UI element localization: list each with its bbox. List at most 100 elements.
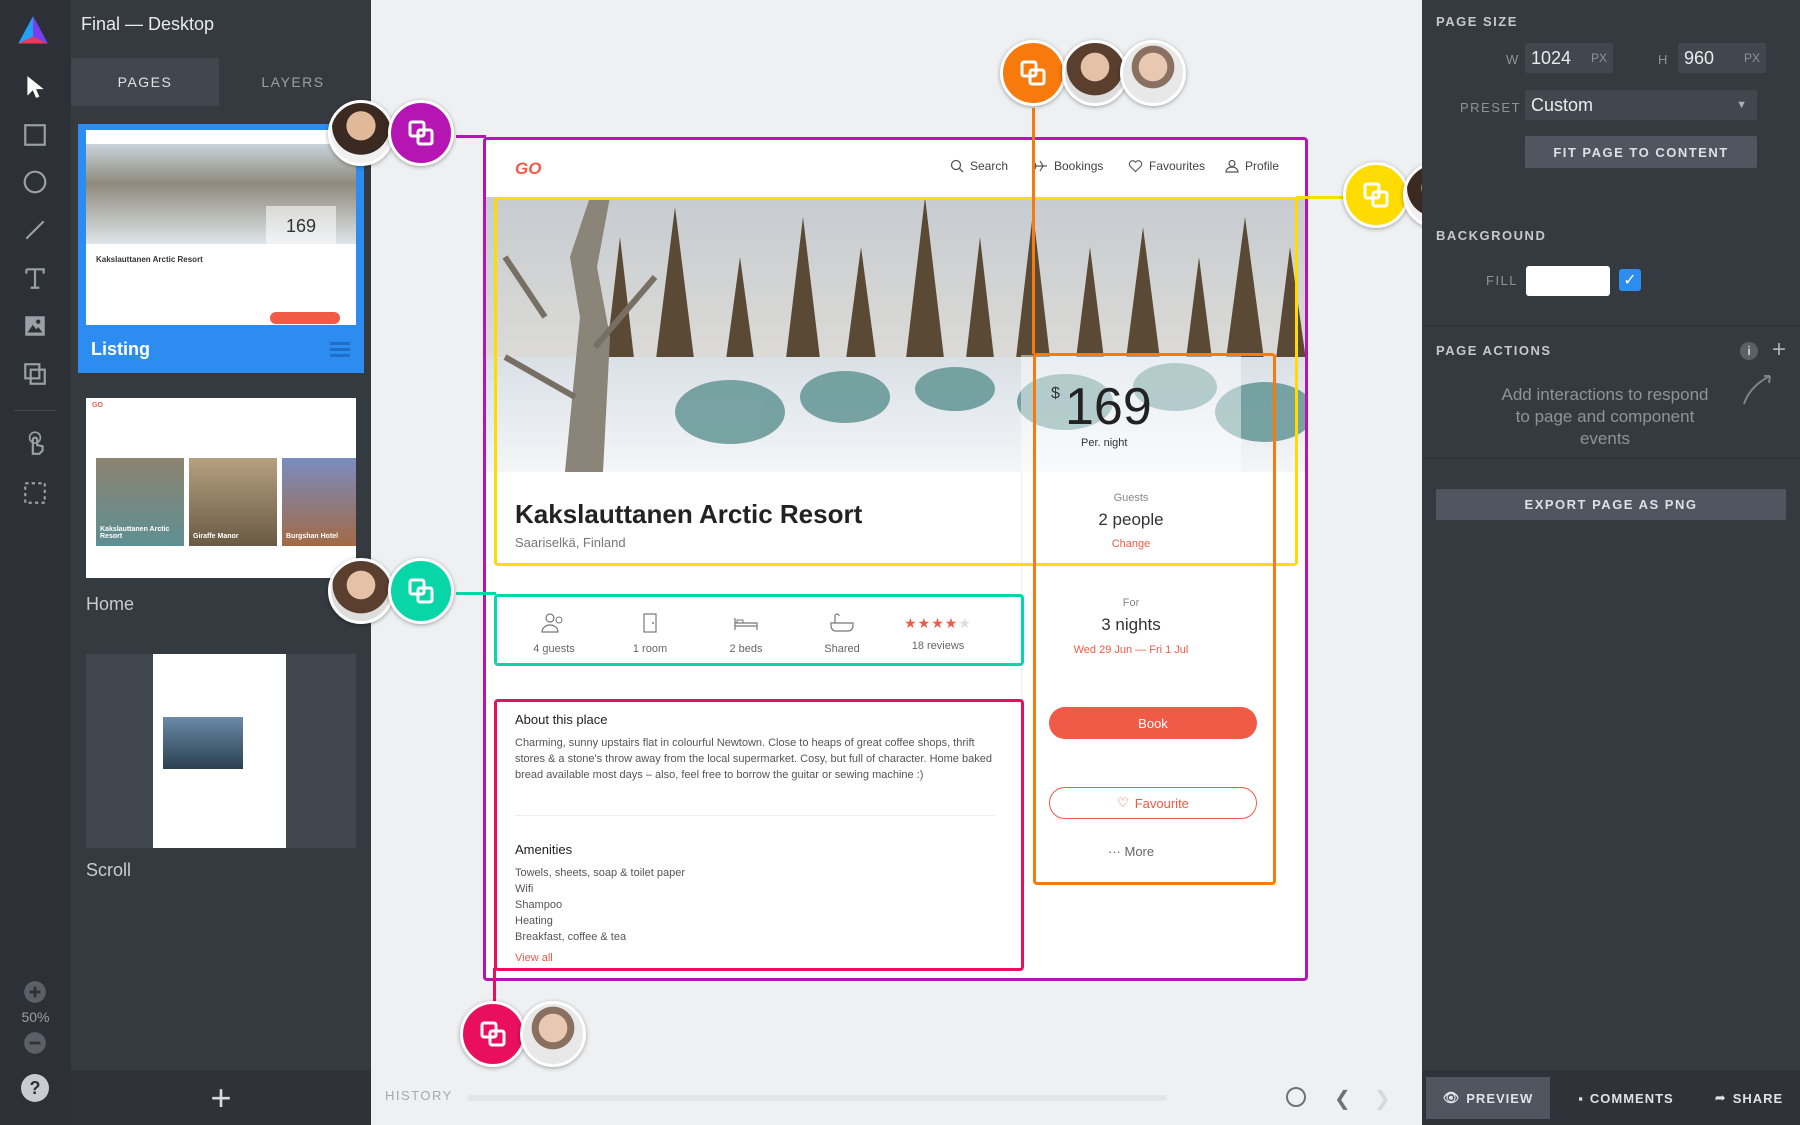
profile-icon: [1225, 159, 1239, 173]
page-thumb-home[interactable]: GO Kakslauttanen Arctic Resort Giraffe M…: [78, 398, 364, 618]
line-tool-icon[interactable]: [18, 213, 52, 247]
preview-button[interactable]: 👁 PREVIEW: [1426, 1077, 1550, 1119]
history-back-icon[interactable]: ❮: [1334, 1086, 1351, 1111]
preview-card-2: Giraffe Manor: [189, 458, 277, 546]
favourite-button[interactable]: ♡ Favourite: [1049, 787, 1257, 819]
nav-bookings[interactable]: Bookings: [1032, 159, 1103, 173]
help-icon[interactable]: ?: [21, 1074, 49, 1102]
guests-change-link[interactable]: Change: [1021, 538, 1241, 550]
nav-profile[interactable]: Profile: [1225, 159, 1279, 173]
more-label: More: [1124, 844, 1155, 859]
star-icon: ★: [944, 615, 959, 631]
height-label: H: [1658, 52, 1669, 67]
book-button[interactable]: Book: [1049, 707, 1257, 739]
link-icon[interactable]: [460, 1001, 526, 1067]
preview-card-1: Kakslauttanen Arctic Resort: [96, 458, 184, 546]
height-input[interactable]: 960 PX: [1678, 43, 1766, 73]
fill-color-swatch[interactable]: [1526, 266, 1610, 296]
info-icon[interactable]: i: [1740, 342, 1758, 360]
amenity-beds: 2 beds: [706, 612, 786, 655]
preview-card-3: Burgshan Hotel: [282, 458, 356, 546]
link-icon[interactable]: [388, 100, 454, 166]
star-icon: ★: [931, 615, 945, 631]
artboard-tool-icon[interactable]: [18, 476, 52, 510]
rectangle-tool-icon[interactable]: [18, 118, 52, 152]
fit-page-button[interactable]: FIT PAGE TO CONTENT: [1525, 136, 1757, 168]
tab-layers[interactable]: LAYERS: [219, 58, 367, 106]
nav-search[interactable]: Search: [950, 159, 1008, 173]
nav-favourites[interactable]: Favourites: [1128, 159, 1205, 173]
preview-price: 169: [266, 206, 336, 251]
page-actions-hint: Add interactions to respond to page and …: [1501, 385, 1709, 448]
avatar[interactable]: [328, 558, 394, 624]
link-icon[interactable]: [388, 558, 454, 624]
add-page-button[interactable]: +: [71, 1070, 371, 1125]
stay-label: For: [1122, 597, 1140, 609]
about-text: Charming, sunny upstairs flat in colourf…: [515, 737, 992, 781]
more-button[interactable]: ··· More: [1021, 844, 1241, 859]
share-button[interactable]: ➦ SHARE: [1704, 1077, 1794, 1119]
preview-title: Kakslauttanen Arctic Resort: [96, 255, 203, 264]
view-all-link[interactable]: View all: [515, 952, 553, 964]
amenity-label-bath: Shared: [824, 643, 860, 655]
zoom-level: 50%: [21, 1009, 50, 1025]
ellipse-tool-icon[interactable]: [18, 165, 52, 199]
link-icon[interactable]: [1000, 40, 1066, 106]
add-action-icon[interactable]: +: [1772, 336, 1786, 364]
price-overlay: $ 169 Per. night: [1021, 355, 1241, 472]
guests-icon: [541, 613, 563, 633]
fill-checkbox[interactable]: ✓: [1619, 269, 1641, 291]
inspector-panel: PAGE SIZE W 1024 PX H 960 PX PRESET Custom…: [1422, 0, 1800, 1125]
avatar[interactable]: [1120, 40, 1186, 106]
preview-book: [270, 312, 340, 324]
amenity-label-reviews: 18 reviews: [911, 640, 965, 652]
width-input[interactable]: 1024 PX: [1525, 43, 1613, 73]
page-thumb-scroll[interactable]: Scroll: [78, 654, 364, 884]
component-tool-icon[interactable]: [18, 357, 52, 391]
avatar[interactable]: [520, 1001, 586, 1067]
page-size-title: PAGE SIZE: [1436, 14, 1518, 29]
avatar[interactable]: [1062, 40, 1128, 106]
stay-dates: Wed 29 Jun — Fri 1 Jul: [1073, 644, 1189, 656]
connector-orange: [1032, 108, 1035, 354]
zoom-out-icon[interactable]: [18, 1026, 52, 1060]
app-logo-icon[interactable]: [16, 14, 50, 48]
eye-icon: 👁: [1442, 1090, 1461, 1105]
link-icon[interactable]: [1343, 162, 1409, 228]
page-label-scroll: Scroll: [86, 860, 132, 880]
preview-scroll-image: [163, 717, 243, 769]
listing-location: Saariselkä, Finland: [515, 535, 626, 550]
tab-pages[interactable]: PAGES: [71, 58, 219, 106]
preset-select[interactable]: Custom ▼: [1525, 90, 1757, 120]
page-label-home: Home: [86, 594, 135, 614]
history-dot-icon[interactable]: [1286, 1087, 1306, 1107]
amenity-item: Shampoo: [515, 899, 563, 911]
page-thumb-listing[interactable]: 169 Kakslauttanen Arctic Resort Listing: [78, 124, 364, 373]
comments-button[interactable]: ▪ COMMENTS: [1570, 1077, 1682, 1119]
page-menu-icon[interactable]: [330, 342, 350, 360]
history-forward-icon[interactable]: ❯: [1374, 1086, 1391, 1111]
page-actions-title: PAGE ACTIONS: [1436, 343, 1552, 358]
zoom-in-icon[interactable]: [18, 975, 52, 1009]
amenity-item: Wifi: [515, 883, 534, 895]
connector-yellow: [1296, 196, 1346, 199]
connector-teal: [456, 592, 496, 595]
amenity-item: Towels, sheets, soap & toilet paper: [515, 867, 685, 879]
amenities-title: Amenities: [515, 842, 573, 857]
text-tool-icon[interactable]: [18, 261, 52, 295]
amenity-guests: 4 guests: [514, 612, 594, 655]
avatar[interactable]: [328, 100, 394, 166]
image-tool-icon[interactable]: [18, 309, 52, 343]
page-preview-scroll: [153, 654, 286, 848]
door-icon: [643, 613, 657, 633]
artboard-listing[interactable]: GO Search Bookings Favourites Profile $ …: [485, 137, 1307, 982]
export-png-button[interactable]: EXPORT PAGE AS PNG: [1436, 489, 1786, 520]
hotspot-tool-icon[interactable]: [18, 426, 52, 460]
select-tool-icon[interactable]: [18, 70, 52, 104]
history-slider[interactable]: [467, 1095, 1167, 1101]
comment-icon: ▪: [1578, 1090, 1584, 1106]
favourite-label: Favourite: [1134, 795, 1189, 811]
amenity-label-beds: 2 beds: [729, 643, 763, 655]
pages-panel: Final — Desktop PAGES LAYERS 169 Kakslau…: [71, 0, 371, 1125]
site-logo[interactable]: GO: [515, 159, 541, 179]
